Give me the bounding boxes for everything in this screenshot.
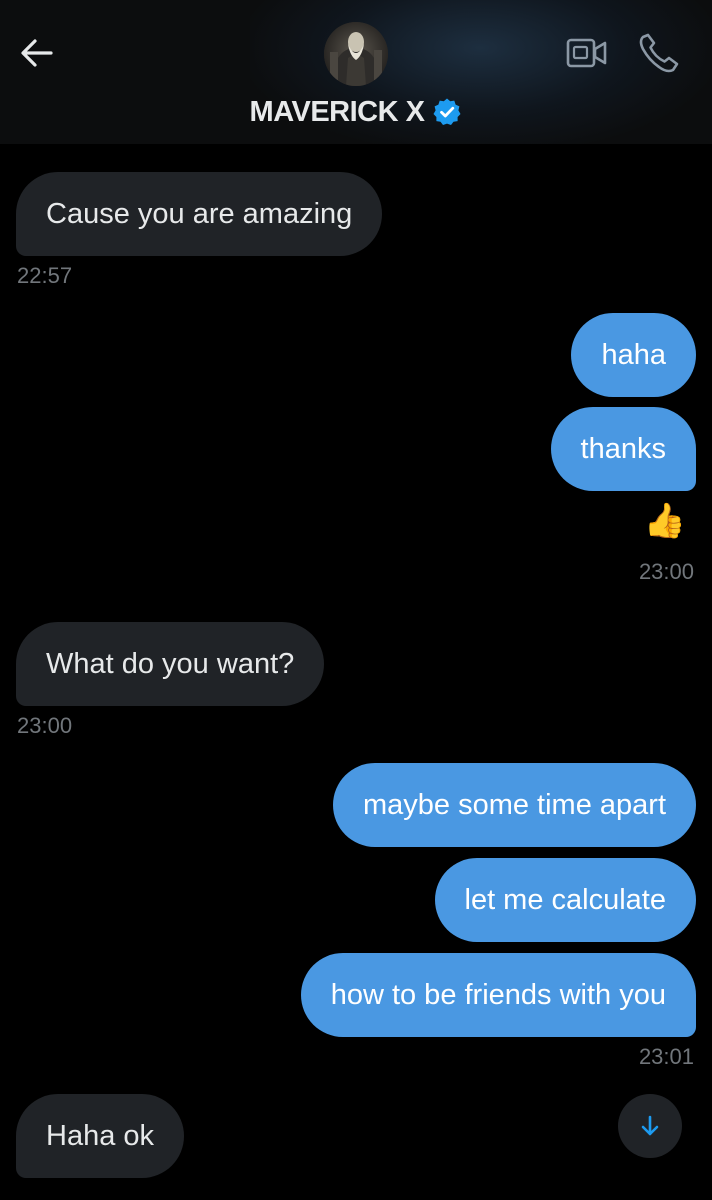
outgoing-message[interactable]: maybe some time apart bbox=[332, 763, 696, 847]
avatar[interactable] bbox=[324, 22, 388, 86]
title-row: MAVERICK X bbox=[0, 92, 712, 132]
back-arrow-icon bbox=[21, 39, 53, 67]
scroll-to-bottom-button[interactable] bbox=[618, 1094, 682, 1158]
reaction-thumbs-up[interactable]: 👍 bbox=[644, 501, 686, 541]
incoming-message[interactable]: Haha ok bbox=[16, 1094, 185, 1178]
outgoing-message[interactable]: haha bbox=[571, 313, 696, 397]
outgoing-message[interactable]: how to be friends with you bbox=[300, 953, 696, 1037]
verified-badge-icon bbox=[433, 98, 461, 125]
phone-icon bbox=[639, 33, 679, 73]
conversation-header: MAVERICK X bbox=[0, 0, 712, 144]
message-timestamp: 22:57 bbox=[17, 263, 73, 288]
conversation-title: MAVERICK X bbox=[249, 95, 425, 128]
arrow-down-icon bbox=[641, 1115, 659, 1136]
avatar-image bbox=[324, 22, 388, 86]
back-button[interactable] bbox=[16, 34, 58, 72]
message-timestamp: 23:00 bbox=[17, 713, 73, 738]
incoming-message[interactable]: What do you want? bbox=[16, 622, 325, 706]
outgoing-message[interactable]: let me calculate bbox=[434, 858, 696, 942]
phone-call-button[interactable] bbox=[637, 31, 681, 75]
video-call-icon bbox=[566, 38, 607, 68]
outgoing-message[interactable]: thanks bbox=[550, 407, 696, 491]
message-timestamp: 23:01 bbox=[638, 1044, 694, 1069]
video-call-button[interactable] bbox=[566, 36, 608, 70]
incoming-message[interactable]: Cause you are amazing bbox=[16, 172, 383, 256]
message-timestamp: 23:00 bbox=[638, 559, 694, 584]
